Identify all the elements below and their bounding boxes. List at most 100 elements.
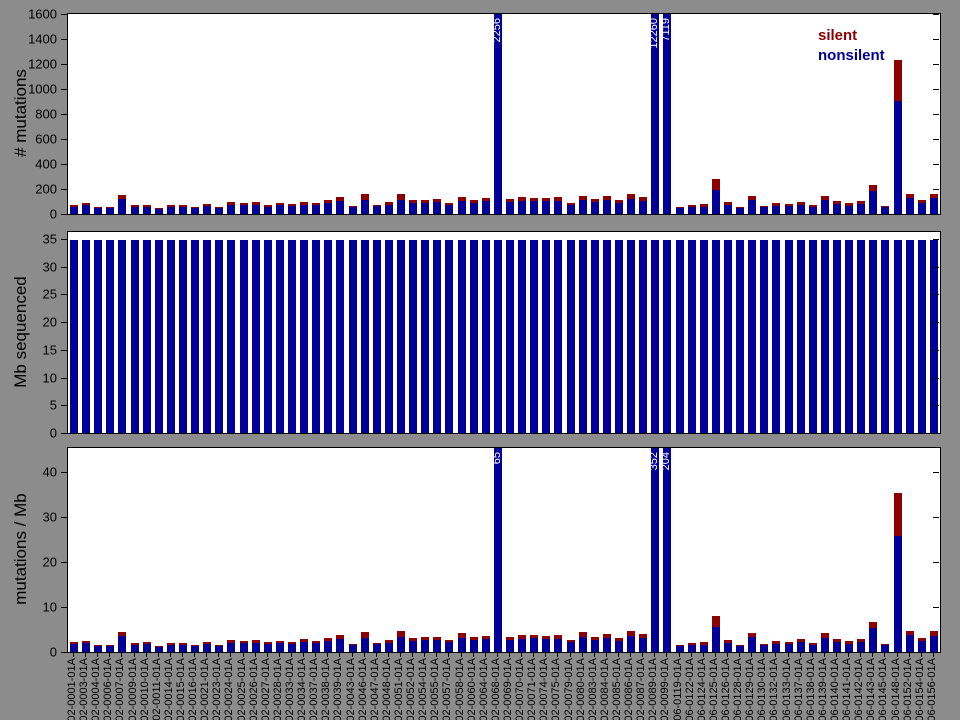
bar-nonsilent [930,240,938,433]
bar-silent [131,643,139,645]
bar-nonsilent [445,205,453,214]
bar-silent [264,205,272,207]
bar-silent [869,185,877,191]
bar-nonsilent [748,637,756,652]
bar-nonsilent [361,638,369,652]
panel-rate-bars: 65352204 [68,448,940,652]
y-tick-label: 1000 [5,83,57,96]
x-tick-mark [243,653,244,657]
bar-silent [118,195,126,199]
bar-silent [373,643,381,644]
y-tick-mark [61,189,67,190]
bar-nonsilent [94,240,102,433]
bar-nonsilent [324,240,332,433]
bar-silent [240,641,248,643]
bar-nonsilent [518,201,526,214]
x-tick-mark [497,653,498,657]
y-tick-mark-right [933,562,939,563]
bar-nonsilent [857,204,865,214]
x-tick-mark [594,653,595,657]
bar-nonsilent [542,240,550,433]
x-axis-sample-label: TCGA-06-0126-01A [721,658,733,720]
x-axis-sample-label: TCGA-02-0074-01A [539,658,551,720]
x-tick-mark [788,653,789,657]
bar-nonsilent [227,240,235,433]
bar-nonsilent [736,646,744,652]
x-axis-sample-label: TCGA-02-0043-01A [346,658,358,720]
y-tick-mark [61,607,67,608]
bar-silent [506,637,514,640]
clipped-bar-value: 65 [492,452,503,464]
x-tick-mark [436,653,437,657]
x-axis-sample-label: TCGA-02-0007-01A [115,658,127,720]
bar-silent [530,635,538,638]
x-axis-sample-label: TCGA-02-0054-01A [418,658,430,720]
x-tick-mark [448,653,449,657]
bar-nonsilent [288,206,296,214]
y-tick-label: 40 [5,465,57,478]
y-tick-label: 30 [5,260,57,273]
bar-nonsilent [494,14,502,214]
bar-nonsilent [869,191,877,214]
x-axis-sample-label: TCGA-02-0006-01A [103,658,115,720]
bar-nonsilent [470,203,478,214]
bar-nonsilent [530,240,538,433]
bar-nonsilent [869,628,877,652]
y-tick-mark [61,89,67,90]
bar-silent [227,202,235,205]
x-axis-sample-label: TCGA-02-0010-01A [140,658,152,720]
y-tick-mark-right [933,378,939,379]
y-tick-label: 0 [5,427,57,440]
x-tick-mark [691,653,692,657]
bar-silent [688,643,696,645]
bar-nonsilent [106,240,114,433]
bar-nonsilent [397,240,405,433]
y-tick-label: 10 [5,600,57,613]
panel-mb-sequenced [67,231,941,434]
bar-nonsilent [252,240,260,433]
bar-nonsilent [300,205,308,214]
x-axis-sample-label: TCGA-06-0143-01A [866,658,878,720]
bar-nonsilent [179,240,187,433]
bar-nonsilent [760,207,768,214]
bar-nonsilent [506,640,514,652]
bar-nonsilent [373,206,381,214]
x-tick-mark [279,653,280,657]
bar-nonsilent [579,240,587,433]
y-tick-mark [61,517,67,518]
bar-nonsilent [676,208,684,214]
bar-silent [785,642,793,644]
x-axis-sample-label: TCGA-06-0119-01A [673,658,685,720]
x-axis-sample-label: TCGA-06-0154-01A [915,658,927,720]
bar-silent [906,631,914,635]
bar-silent [445,203,453,205]
x-tick-mark [315,653,316,657]
bar-silent [191,645,199,646]
x-axis-sample-label: TCGA-02-0039-01A [333,658,345,720]
bar-nonsilent [809,645,817,652]
bar-silent [845,641,853,644]
clipped-bar-value: 204 [661,452,672,470]
bar-nonsilent [712,190,720,214]
bar-nonsilent [155,209,163,214]
bar-nonsilent [567,642,575,652]
bar-nonsilent [131,240,139,433]
bar-nonsilent [82,205,90,214]
x-axis-sample-label: TCGA-02-0033-01A [285,658,297,720]
bar-nonsilent [845,240,853,433]
bar-silent [300,639,308,642]
bar-nonsilent [736,240,744,433]
bar-nonsilent [94,208,102,214]
bar-silent [627,631,635,636]
y-tick-mark [61,239,67,240]
panel-mutations: 2256122607119 [67,13,941,215]
x-axis-sample-label: TCGA-02-0089-01A [648,658,660,720]
bar-nonsilent [191,240,199,433]
x-tick-mark [352,653,353,657]
x-axis-sample-label: TCGA-02-0037-01A [309,658,321,720]
bar-silent [845,203,853,206]
bar-nonsilent [809,240,817,433]
bar-silent [615,638,623,641]
x-axis-sample-label: TCGA-02-0034-01A [297,658,309,720]
bar-silent [676,645,684,646]
